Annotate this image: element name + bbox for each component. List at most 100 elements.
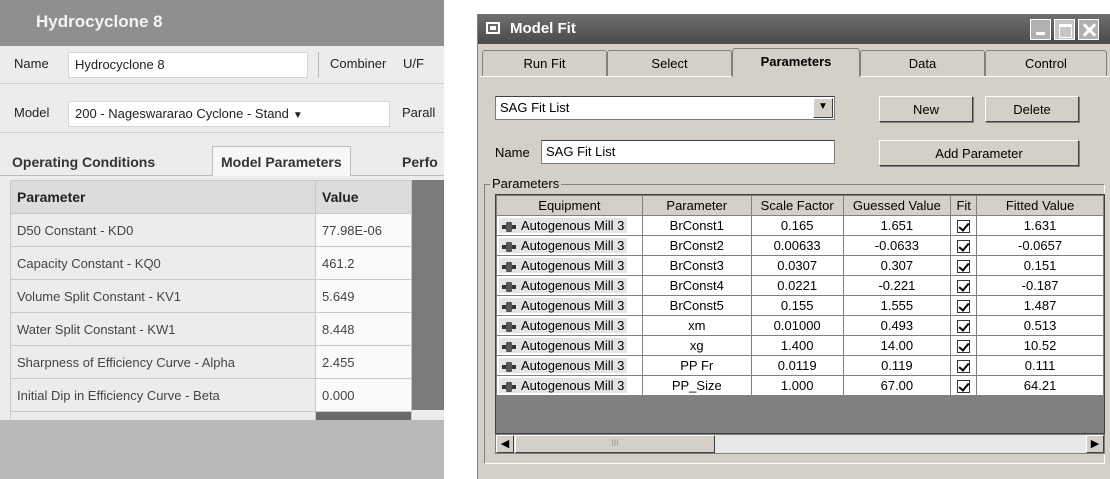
close-button[interactable]: [1078, 19, 1099, 40]
scale-factor-cell[interactable]: 0.0221: [750, 275, 844, 296]
tab-data[interactable]: Data: [860, 50, 985, 76]
fit-checkbox-icon[interactable]: [957, 300, 971, 314]
parameter-cell[interactable]: xm: [641, 315, 752, 336]
parameter-cell[interactable]: BrConst2: [641, 235, 752, 256]
fitted-value-cell[interactable]: 1.487: [976, 295, 1104, 316]
scale-factor-cell[interactable]: 1.000: [750, 375, 844, 396]
scroll-left-icon[interactable]: ◀: [496, 435, 514, 453]
equipment-cell[interactable]: Autogenous Mill 3: [496, 355, 643, 376]
table-row[interactable]: Autogenous Mill 3 BrConst5 0.155 1.555 1.487: [496, 295, 1104, 316]
scale-factor-cell[interactable]: 0.0119: [750, 355, 844, 376]
fit-list-select[interactable]: SAG Fit List ▼: [495, 96, 835, 120]
fitted-value-cell[interactable]: 0.111: [976, 355, 1104, 376]
fitted-value-cell[interactable]: 10.52: [976, 335, 1104, 356]
tab-control[interactable]: Control: [985, 50, 1107, 76]
guessed-value-cell[interactable]: 0.119: [842, 355, 952, 376]
parameter-cell[interactable]: PP Fr: [641, 355, 752, 376]
parameter-value[interactable]: 461.2: [315, 246, 412, 280]
fitted-value-cell[interactable]: -0.187: [976, 275, 1104, 296]
fit-checkbox-cell[interactable]: [950, 255, 978, 276]
tab-operating-conditions[interactable]: Operating Conditions: [12, 146, 155, 176]
parameter-cell[interactable]: BrConst3: [641, 255, 752, 276]
guessed-value-cell[interactable]: 0.493: [842, 315, 952, 336]
combiner-value[interactable]: U/F: [403, 56, 424, 71]
table-row[interactable]: Autogenous Mill 3 PP Fr 0.0119 0.119 0.111: [496, 355, 1104, 376]
tab-performance[interactable]: Perfo: [402, 146, 438, 176]
fit-checkbox-icon[interactable]: [957, 380, 971, 394]
guessed-value-cell[interactable]: -0.221: [842, 275, 952, 296]
parameter-cell[interactable]: BrConst1: [641, 215, 752, 236]
table-row[interactable]: Autogenous Mill 3 PP_Size 1.000 67.00 64.21: [496, 375, 1104, 396]
fitted-value-cell[interactable]: -0.0657: [976, 235, 1104, 256]
horizontal-scrollbar[interactable]: ◀ III ▶: [495, 434, 1105, 454]
column-header-fitted-value[interactable]: Fitted Value: [976, 195, 1104, 216]
guessed-value-cell[interactable]: 0.307: [842, 255, 952, 276]
name-field[interactable]: Hydrocyclone 8: [68, 52, 308, 78]
column-header-parameter[interactable]: Parameter: [641, 195, 752, 216]
column-header-fit[interactable]: Fit: [950, 195, 978, 216]
parameter-cell[interactable]: BrConst5: [641, 295, 752, 316]
fit-checkbox-cell[interactable]: [950, 295, 978, 316]
equipment-cell[interactable]: Autogenous Mill 3: [496, 335, 643, 356]
fit-name-field[interactable]: SAG Fit List: [541, 140, 835, 164]
fit-checkbox-cell[interactable]: [950, 275, 978, 296]
guessed-value-cell[interactable]: 1.555: [842, 295, 952, 316]
parameter-value[interactable]: 5.649: [315, 279, 412, 313]
equipment-cell[interactable]: Autogenous Mill 3: [496, 295, 643, 316]
equipment-cell[interactable]: Autogenous Mill 3: [496, 315, 643, 336]
fit-checkbox-icon[interactable]: [957, 280, 971, 294]
equipment-cell[interactable]: Autogenous Mill 3: [496, 215, 643, 236]
column-header-guessed-value[interactable]: Guessed Value: [842, 195, 952, 216]
maximize-button[interactable]: [1054, 19, 1075, 40]
tab-parameters[interactable]: Parameters: [732, 48, 860, 77]
fitted-value-cell[interactable]: 1.631: [976, 215, 1104, 236]
fit-checkbox-icon[interactable]: [957, 340, 971, 354]
table-row[interactable]: Autogenous Mill 3 BrConst1 0.165 1.651 1.631: [496, 215, 1104, 236]
parameter-cell[interactable]: BrConst4: [641, 275, 752, 296]
guessed-value-cell[interactable]: 14.00: [842, 335, 952, 356]
guessed-value-cell[interactable]: 1.651: [842, 215, 952, 236]
parameter-cell[interactable]: xg: [641, 335, 752, 356]
fitted-value-cell[interactable]: 64.21: [976, 375, 1104, 396]
scale-factor-cell[interactable]: 0.155: [750, 295, 844, 316]
fit-checkbox-cell[interactable]: [950, 235, 978, 256]
fit-checkbox-icon[interactable]: [957, 360, 971, 374]
fit-checkbox-icon[interactable]: [957, 320, 971, 334]
fit-checkbox-icon[interactable]: [957, 240, 971, 254]
tab-select[interactable]: Select: [607, 50, 732, 76]
scale-factor-cell[interactable]: 0.01000: [750, 315, 844, 336]
table-row[interactable]: Autogenous Mill 3 BrConst4 0.0221 -0.221 -0.…: [496, 275, 1104, 296]
parameter-value[interactable]: 0.000: [315, 378, 412, 412]
table-row[interactable]: Autogenous Mill 3 BrConst2 0.00633 -0.0633 -…: [496, 235, 1104, 256]
equipment-cell[interactable]: Autogenous Mill 3: [496, 375, 643, 396]
delete-button[interactable]: Delete: [985, 96, 1079, 122]
table-row[interactable]: Autogenous Mill 3 xm 0.01000 0.493 0.513: [496, 315, 1104, 336]
minimize-button[interactable]: [1030, 19, 1051, 40]
equipment-cell[interactable]: Autogenous Mill 3: [496, 235, 643, 256]
window-titlebar[interactable]: Model Fit: [478, 14, 1110, 44]
table-row[interactable]: Autogenous Mill 3 BrConst3 0.0307 0.307 0.15…: [496, 255, 1104, 276]
model-select[interactable]: 200 - Nageswararao Cyclone - Stand ▼: [68, 101, 390, 127]
scale-factor-cell[interactable]: 0.0307: [750, 255, 844, 276]
fit-checkbox-cell[interactable]: [950, 335, 978, 356]
scale-factor-cell[interactable]: 0.00633: [750, 235, 844, 256]
fit-checkbox-cell[interactable]: [950, 315, 978, 336]
table-row[interactable]: Autogenous Mill 3 xg 1.400 14.00 10.52: [496, 335, 1104, 356]
fit-checkbox-cell[interactable]: [950, 375, 978, 396]
tab-model-parameters[interactable]: Model Parameters: [212, 146, 351, 176]
parameter-value[interactable]: 2.455: [315, 345, 412, 379]
fit-checkbox-cell[interactable]: [950, 355, 978, 376]
new-button[interactable]: New: [879, 96, 973, 122]
guessed-value-cell[interactable]: 67.00: [842, 375, 952, 396]
equipment-cell[interactable]: Autogenous Mill 3: [496, 275, 643, 296]
chevron-down-icon[interactable]: ▼: [813, 98, 833, 118]
tab-run-fit[interactable]: Run Fit: [482, 50, 607, 76]
fitted-value-cell[interactable]: 0.513: [976, 315, 1104, 336]
fit-checkbox-cell[interactable]: [950, 215, 978, 236]
scrollbar-thumb[interactable]: III: [515, 435, 715, 453]
guessed-value-cell[interactable]: -0.0633: [842, 235, 952, 256]
column-header-scale-factor[interactable]: Scale Factor: [750, 195, 844, 216]
scale-factor-cell[interactable]: 1.400: [750, 335, 844, 356]
scale-factor-cell[interactable]: 0.165: [750, 215, 844, 236]
add-parameter-button[interactable]: Add Parameter: [879, 140, 1079, 166]
